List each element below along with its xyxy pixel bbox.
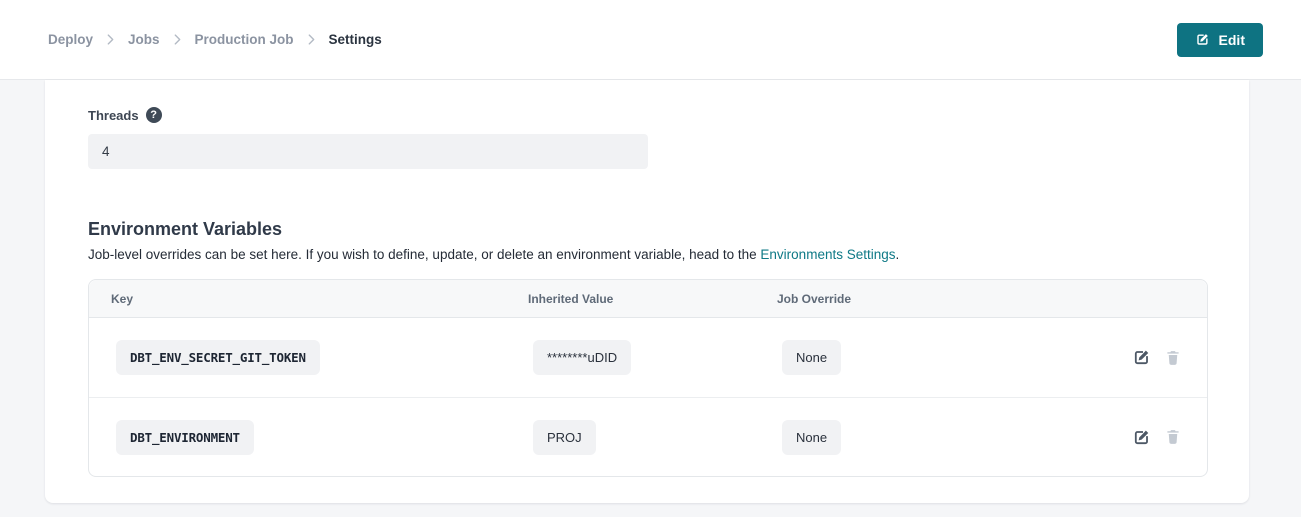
env-var-inherited-value: ********uDID	[533, 340, 631, 375]
row-edit-button[interactable]	[1132, 348, 1151, 367]
breadcrumb: Deploy Jobs Production Job Settings	[48, 32, 382, 47]
edit-button-label: Edit	[1219, 32, 1245, 48]
threads-input[interactable]	[88, 134, 648, 169]
chevron-right-icon	[174, 34, 181, 45]
column-header-job-override: Job Override	[777, 292, 1087, 306]
table-row: DBT_ENVIRONMENT PROJ None	[89, 397, 1207, 476]
env-vars-table: Key Inherited Value Job Override DBT_ENV…	[88, 279, 1208, 477]
row-delete-button	[1164, 349, 1182, 367]
env-var-inherited-value: PROJ	[533, 420, 596, 455]
chevron-right-icon	[107, 34, 114, 45]
environment-variables-description: Job-level overrides can be set here. If …	[88, 247, 1249, 262]
environment-variables-title: Environment Variables	[88, 219, 1249, 240]
description-period: .	[896, 247, 900, 262]
environment-variables-section: Environment Variables Job-level override…	[88, 219, 1249, 477]
column-header-key: Key	[111, 292, 528, 306]
table-header-row: Key Inherited Value Job Override	[89, 280, 1207, 318]
row-edit-button[interactable]	[1132, 428, 1151, 447]
environments-settings-link[interactable]: Environments Settings	[760, 247, 895, 262]
env-var-key: DBT_ENVIRONMENT	[116, 420, 254, 455]
page-header: Deploy Jobs Production Job Settings Edit	[0, 0, 1301, 80]
threads-label: Threads	[88, 108, 139, 123]
breadcrumb-item-deploy[interactable]: Deploy	[48, 32, 93, 47]
env-var-job-override: None	[782, 420, 841, 455]
table-row: DBT_ENV_SECRET_GIT_TOKEN ********uDID No…	[89, 318, 1207, 397]
env-var-job-override: None	[782, 340, 841, 375]
settings-card: Threads ? Environment Variables Job-leve…	[45, 80, 1249, 503]
threads-field-group: Threads ?	[88, 107, 1249, 169]
row-delete-button	[1164, 428, 1182, 446]
description-text: Job-level overrides can be set here. If …	[88, 247, 760, 262]
help-icon[interactable]: ?	[146, 107, 162, 123]
env-var-key: DBT_ENV_SECRET_GIT_TOKEN	[116, 340, 320, 375]
edit-button[interactable]: Edit	[1177, 23, 1263, 57]
breadcrumb-item-production-job[interactable]: Production Job	[195, 32, 294, 47]
breadcrumb-item-jobs[interactable]: Jobs	[128, 32, 160, 47]
breadcrumb-current-settings: Settings	[329, 32, 382, 47]
column-header-inherited-value: Inherited Value	[528, 292, 777, 306]
chevron-right-icon	[308, 34, 315, 45]
edit-pencil-icon	[1195, 32, 1210, 47]
